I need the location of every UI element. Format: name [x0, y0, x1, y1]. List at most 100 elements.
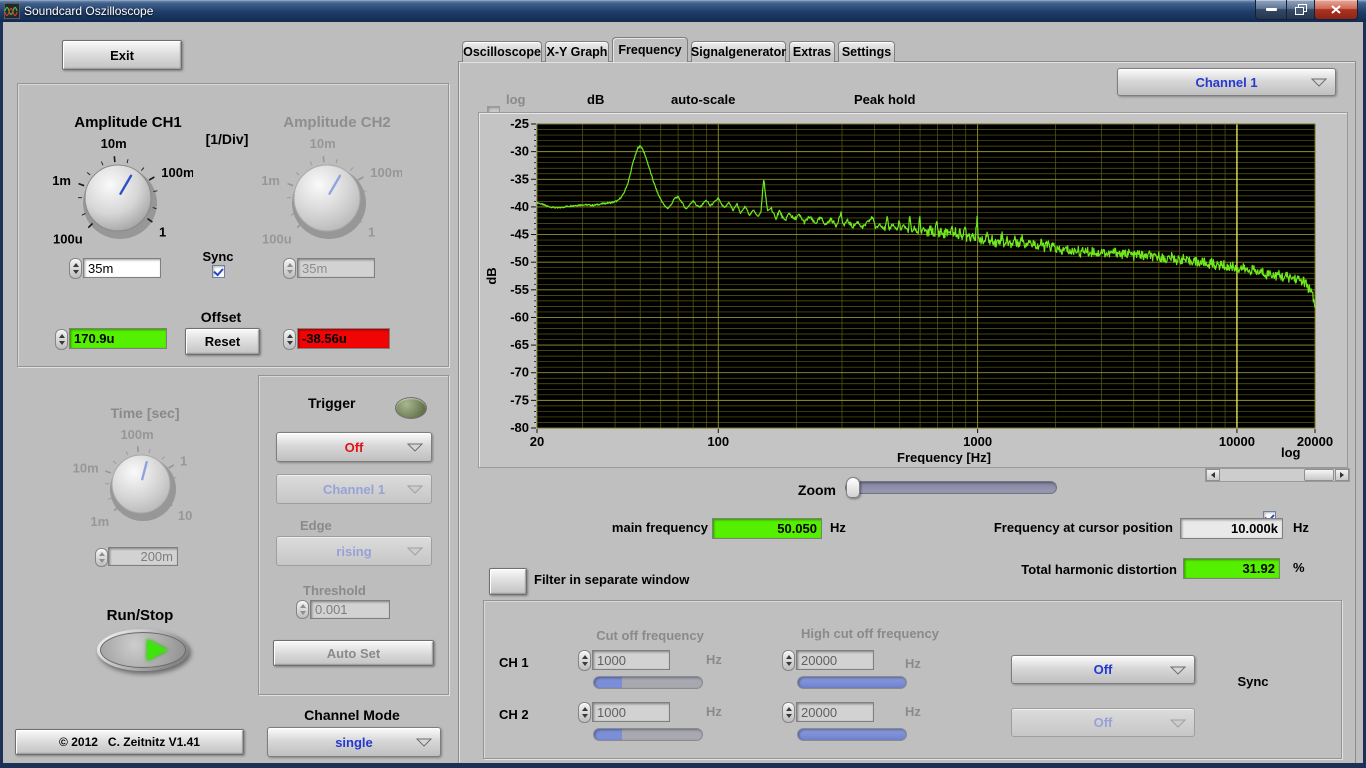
tab-oscilloscope[interactable]: Oscilloscope: [462, 41, 542, 62]
increment-icon[interactable]: [72, 263, 79, 267]
ch1-lowcut-slider[interactable]: [593, 676, 703, 689]
zoom-slider[interactable]: [845, 481, 1057, 494]
threshold-field[interactable]: 0.001: [310, 600, 390, 619]
decrement-icon[interactable]: [299, 611, 306, 615]
increment-icon[interactable]: [785, 707, 792, 711]
filter-window-button[interactable]: [489, 568, 527, 595]
svg-text:1: 1: [368, 225, 375, 240]
channel-mode-dropdown[interactable]: single: [267, 727, 441, 757]
chevron-down-icon: [1311, 78, 1327, 87]
increment-icon[interactable]: [286, 334, 293, 338]
ch1-filter-mode-dropdown[interactable]: Off: [1011, 655, 1195, 684]
channel-select-dropdown[interactable]: Channel 1: [1117, 68, 1336, 96]
trigger-mode-dropdown[interactable]: Off: [276, 432, 432, 462]
window-title: Soundcard Oszilloscope: [24, 4, 154, 18]
axis-log-checkbox-label: log: [1281, 445, 1301, 460]
svg-text:-60: -60: [510, 309, 529, 324]
increment-icon[interactable]: [286, 263, 293, 267]
copyright-button[interactable]: © 2012 C. Zeitnitz V1.41: [15, 729, 244, 755]
exit-button[interactable]: Exit: [62, 40, 182, 70]
tab-signalgenerator[interactable]: Signalgenerator: [691, 41, 786, 62]
scroll-left-icon: [1211, 472, 1215, 478]
tab-settings[interactable]: Settings: [838, 41, 895, 62]
ch2-highcut-spinner[interactable]: [782, 702, 795, 723]
offset-reset-button[interactable]: Reset: [185, 328, 260, 355]
increment-icon[interactable]: [299, 604, 306, 608]
decrement-icon[interactable]: [785, 714, 792, 718]
run-stop-button[interactable]: [97, 629, 189, 671]
amplitude-sync-checkbox[interactable]: [212, 265, 225, 278]
time-knob[interactable]: 1m 10m 100m 1 10: [66, 420, 216, 546]
channel-select-value: Channel 1: [1195, 74, 1258, 90]
scroll-right-button[interactable]: [1335, 469, 1349, 481]
increment-icon[interactable]: [581, 707, 588, 711]
ch1-highcut-slider[interactable]: [797, 676, 907, 689]
amplitude-ch1-title: Amplitude CH1: [74, 114, 182, 131]
decrement-icon[interactable]: [98, 559, 105, 563]
time-value-field[interactable]: 200m: [108, 547, 178, 566]
decrement-icon[interactable]: [72, 270, 79, 274]
threshold-spinner[interactable]: [296, 600, 309, 619]
svg-text:10m: 10m: [101, 136, 127, 151]
ch2-highcut-unit: Hz: [905, 704, 921, 719]
scroll-right-icon: [1340, 472, 1344, 478]
ch2-highcut-field[interactable]: 20000: [796, 702, 874, 722]
scroll-thumb[interactable]: [1304, 469, 1334, 481]
amplitude-ch1-knob[interactable]: 100u 1m 10m 100m 1: [43, 134, 193, 260]
main-frequency-unit: Hz: [830, 520, 846, 535]
title-bar: Soundcard Oszilloscope: [0, 0, 1366, 22]
amplitude-sync-label: Sync: [202, 249, 234, 264]
svg-text:-50: -50: [510, 254, 529, 269]
decrement-icon[interactable]: [581, 714, 588, 718]
svg-text:100u: 100u: [53, 231, 83, 246]
ch1-highcut-field[interactable]: 20000: [796, 650, 874, 670]
amplitude-ch2-knob[interactable]: 100u 1m 10m 100m 1: [252, 134, 402, 260]
time-spinner[interactable]: [95, 548, 108, 567]
offset-ch1-spinner[interactable]: [55, 329, 68, 350]
window-border-bottom: [0, 763, 1366, 768]
tab-xy-graph[interactable]: X-Y Graph: [545, 41, 609, 62]
svg-text:-30: -30: [510, 144, 529, 159]
trigger-edge-dropdown[interactable]: rising: [276, 536, 432, 566]
ch1-lowcut-field[interactable]: 1000: [592, 650, 670, 670]
close-button[interactable]: [1314, 0, 1358, 20]
increment-icon[interactable]: [785, 655, 792, 659]
tab-extras[interactable]: Extras: [789, 41, 835, 62]
minimize-button[interactable]: [1255, 0, 1287, 20]
increment-icon[interactable]: [98, 552, 105, 556]
ch1-lowcut-spinner[interactable]: [578, 650, 591, 671]
chevron-down-icon: [407, 547, 423, 556]
ch2-lowcut-slider[interactable]: [593, 728, 703, 741]
zoom-slider-thumb[interactable]: [846, 477, 860, 498]
decrement-icon[interactable]: [58, 341, 65, 345]
scroll-left-button[interactable]: [1206, 469, 1220, 481]
offset-ch2-spinner[interactable]: [283, 329, 296, 350]
amplitude-ch2-spinner[interactable]: [283, 258, 296, 279]
trigger-edge-value: rising: [336, 543, 372, 559]
increment-icon[interactable]: [581, 655, 588, 659]
offset-label: Offset: [200, 309, 242, 325]
restore-button[interactable]: [1286, 0, 1315, 20]
spectrum-chart[interactable]: -25 -30 -35 -40 -45 -50 -55 -60 -65 -70 -75 -8020 10…: [480, 114, 1346, 464]
decrement-icon[interactable]: [286, 341, 293, 345]
decrement-icon[interactable]: [785, 662, 792, 666]
chart-hscrollbar[interactable]: [1205, 468, 1350, 482]
auto-set-button[interactable]: Auto Set: [273, 640, 434, 666]
svg-text:20000: 20000: [1297, 434, 1333, 449]
decrement-icon[interactable]: [286, 270, 293, 274]
trigger-source-dropdown[interactable]: Channel 1: [276, 474, 432, 504]
ch2-lowcut-field[interactable]: 1000: [592, 702, 670, 722]
decrement-icon[interactable]: [581, 662, 588, 666]
amplitude-ch1-value-field[interactable]: 35m: [83, 258, 161, 278]
tab-frequency[interactable]: Frequency: [612, 37, 688, 62]
ch2-highcut-slider[interactable]: [797, 728, 907, 741]
ch1-highcut-spinner[interactable]: [782, 650, 795, 671]
amplitude-ch2-value-field[interactable]: 35m: [297, 258, 375, 278]
ch2-filter-mode-dropdown[interactable]: Off: [1011, 708, 1195, 737]
svg-text:100u: 100u: [262, 231, 292, 246]
amplitude-ch1-spinner[interactable]: [69, 258, 82, 279]
ch2-lowcut-spinner[interactable]: [578, 702, 591, 723]
increment-icon[interactable]: [58, 334, 65, 338]
edge-label: Edge: [300, 518, 332, 533]
svg-text:-65: -65: [510, 337, 529, 352]
